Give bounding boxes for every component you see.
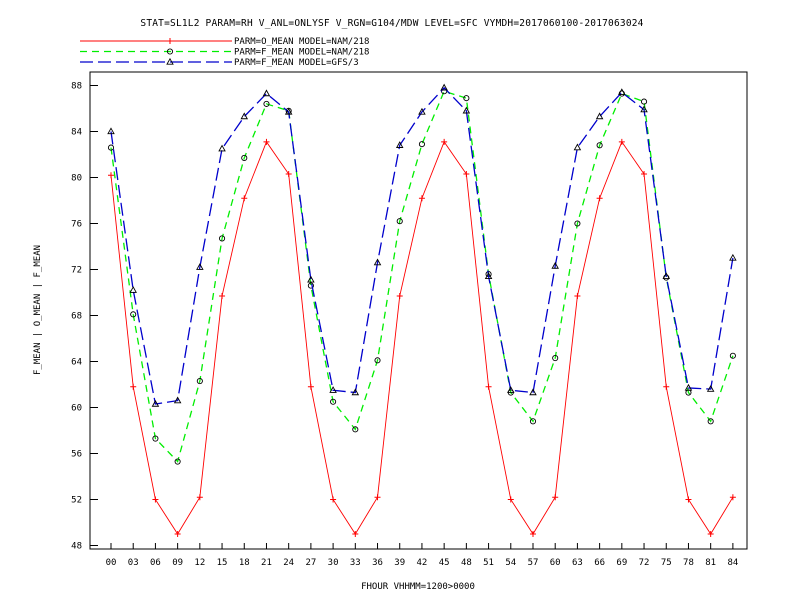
data-point [219,292,226,299]
x-tick-label: 81 [705,558,716,568]
x-tick-label: 24 [283,558,294,568]
data-point [307,383,314,390]
x-tick-label: 60 [550,558,561,568]
x-tick-label: 21 [261,558,272,568]
data-point [129,286,137,293]
y-tick-label: 64 [71,358,82,368]
data-point [596,195,603,202]
x-tick-label: 75 [661,558,672,568]
x-tick-label: 39 [394,558,405,568]
x-tick-label: 63 [572,558,583,568]
data-point [174,531,181,537]
data-point [485,383,492,390]
data-point [574,292,581,299]
x-tick-label: 18 [239,558,250,568]
data-point [707,531,714,537]
data-point [552,494,559,501]
data-point [641,171,648,178]
x-tick-label: 84 [727,558,738,568]
x-tick-label: 42 [417,558,428,568]
y-tick-label: 56 [71,450,82,460]
x-tick-label: 72 [639,558,650,568]
data-point [418,195,425,202]
line-chart: STAT=SL1L2 PARAM=RH V_ANL=ONLYSF V_RGN=G… [33,18,748,592]
x-tick-label: 27 [305,558,316,568]
series-layer [107,83,737,537]
x-tick-label: 66 [594,558,605,568]
data-point [263,138,270,145]
y-axis-label: F_MEAN | O_MEAN | F_MEAN [33,245,43,375]
data-point [218,144,226,152]
x-tick-label: 54 [505,558,516,568]
legend-label: PARM=F_MEAN MODEL=NAM/218 [234,48,369,58]
data-point [618,138,625,145]
x-tick-label: 33 [350,558,361,568]
data-point [108,172,114,179]
y-tick-label: 52 [71,496,82,506]
y-axis: 48 52 56 60 64 68 72 76 80 84 88 [71,82,98,552]
y-tick-label: 68 [71,312,82,322]
x-tick-label: 57 [528,558,539,568]
data-point [507,496,514,503]
legend: PARM=O_MEAN MODEL=NAM/218PARM=F_MEAN MOD… [80,37,369,68]
x-tick-label: 69 [616,558,627,568]
x-tick-label: 51 [483,558,494,568]
y-tick-label: 76 [71,220,82,230]
series-1 [108,138,736,537]
x-tick-label: 09 [172,558,183,568]
series-3 [107,83,737,407]
x-tick-label: 48 [461,558,472,568]
data-point [463,171,470,178]
legend-label: PARM=F_MEAN MODEL=GFS/3 [234,58,359,68]
data-point [152,496,159,503]
data-point [352,531,359,537]
series-2 [107,88,736,465]
data-point [663,383,670,390]
y-tick-label: 60 [71,404,82,414]
y-tick-label: 80 [71,174,82,184]
x-tick-label: 78 [683,558,694,568]
y-tick-label: 48 [71,542,82,552]
x-tick-label: 36 [372,558,383,568]
x-axis-label: FHOUR VHHMM=1200>0000 [361,582,475,592]
x-tick-label: 15 [217,558,228,568]
chart-title: STAT=SL1L2 PARAM=RH V_ANL=ONLYSF V_RGN=G… [140,18,643,29]
x-tick-label: 12 [194,558,205,568]
data-point [441,138,448,145]
data-point [418,141,425,148]
data-point [285,171,292,178]
x-tick-label: 30 [328,558,339,568]
legend-marker [167,38,173,44]
y-tick-label: 84 [71,128,82,138]
data-point [130,383,137,390]
data-point [262,89,271,97]
x-tick-label: 45 [439,558,450,568]
data-point [196,494,203,501]
legend-label: PARM=O_MEAN MODEL=NAM/218 [234,37,369,47]
data-point [241,195,248,202]
y-tick-label: 72 [71,266,82,276]
data-point [374,494,381,501]
y-tick-label: 88 [71,82,82,92]
x-axis: 00 03 06 09 12 15 18 21 24 27 30 33 36 39 42 45 48 51 54 57… [106,543,738,568]
x-tick-label: 03 [128,558,139,568]
data-point [685,496,692,503]
data-point [330,496,337,503]
x-tick-label: 06 [150,558,161,568]
x-tick-label: 00 [106,558,117,568]
data-point [396,292,403,299]
data-point [729,494,736,501]
data-point [529,531,536,537]
